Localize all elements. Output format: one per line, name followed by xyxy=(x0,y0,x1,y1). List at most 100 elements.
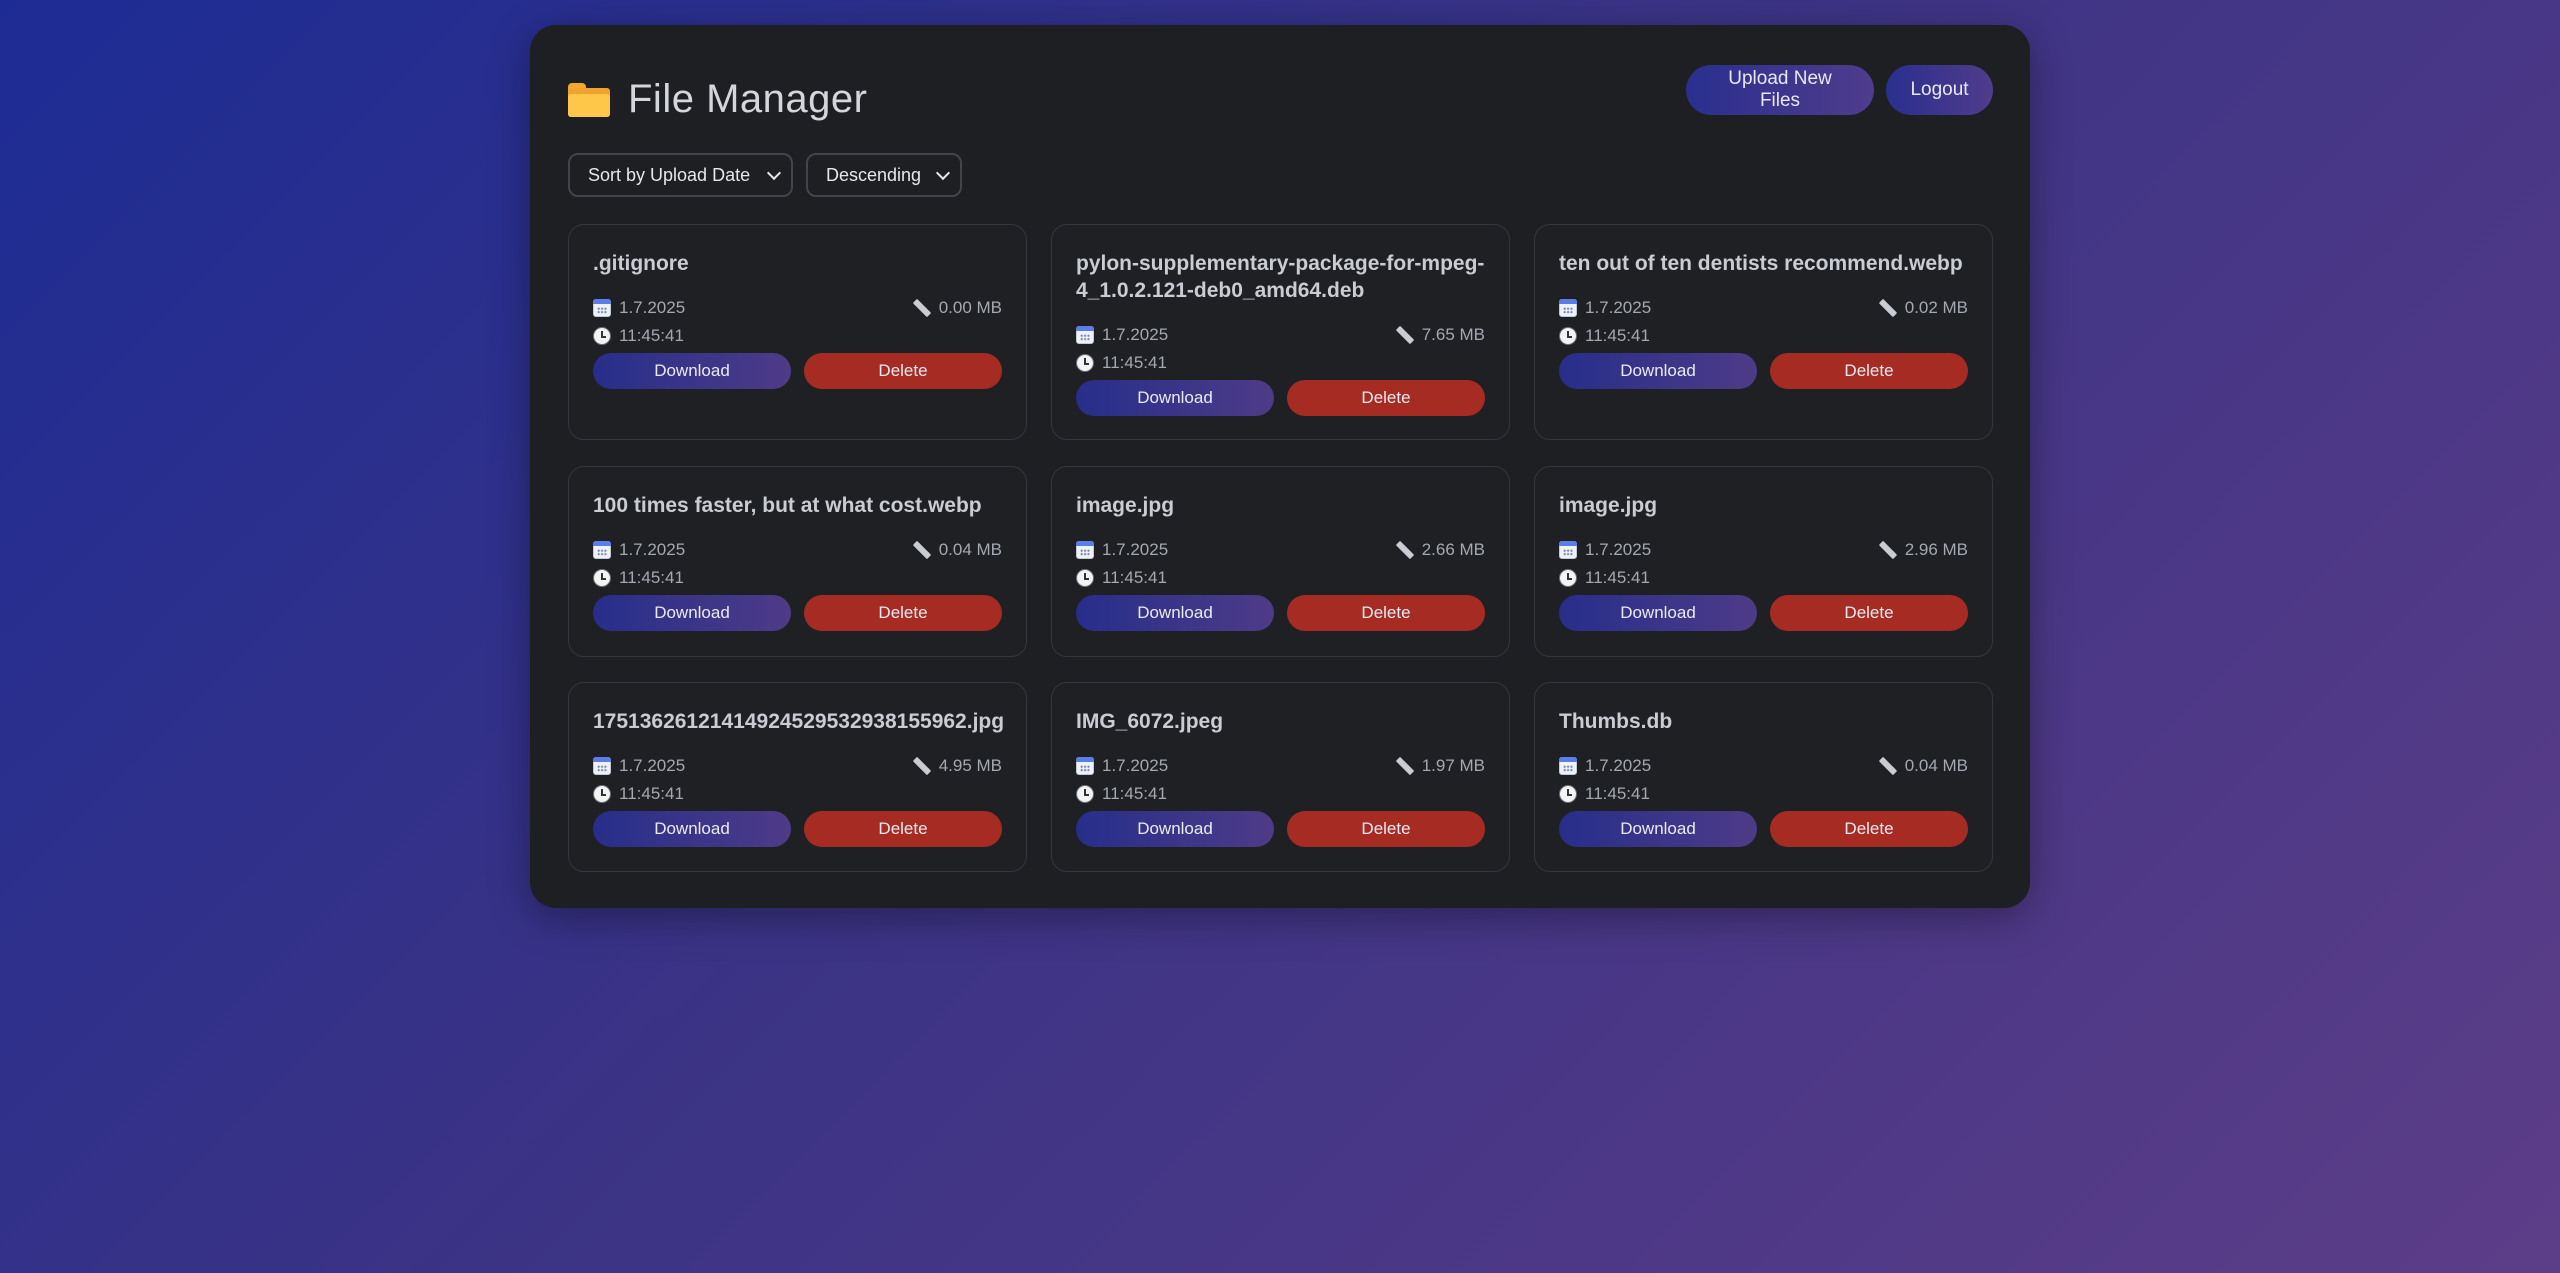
download-button[interactable]: Download xyxy=(1076,380,1274,416)
clock-icon xyxy=(1559,785,1577,803)
calendar-icon xyxy=(593,541,611,559)
delete-button[interactable]: Delete xyxy=(1287,595,1485,631)
file-time: 11:45:41 xyxy=(619,568,684,587)
ruler-icon xyxy=(1879,299,1897,317)
sort-order-value: Descending xyxy=(826,164,922,185)
clock-icon xyxy=(593,569,611,587)
file-time-row: 11:45:41 xyxy=(1559,566,1968,590)
file-card: Thumbs.db 1.7.2025 0.04 MB 11:45:41 Down… xyxy=(1534,682,1993,872)
file-time: 11:45:41 xyxy=(1102,353,1167,372)
delete-button[interactable]: Delete xyxy=(1770,811,1968,847)
file-size: 2.96 MB xyxy=(1904,540,1968,559)
file-time: 11:45:41 xyxy=(1102,784,1167,803)
file-card: pylon-supplementary-package-for-mpeg-4_1… xyxy=(1051,224,1510,440)
download-button[interactable]: Download xyxy=(1559,595,1757,631)
upload-new-files-button[interactable]: Upload New Files xyxy=(1686,65,1874,115)
file-card: 100 times faster, but at what cost.webp … xyxy=(568,466,1027,657)
chevron-down-icon xyxy=(935,165,951,180)
title-area: File Manager xyxy=(568,77,867,122)
file-time: 11:45:41 xyxy=(1585,568,1650,587)
header-actions: Upload New Files Logout xyxy=(1686,65,1993,115)
file-size-group: 2.66 MB xyxy=(1396,540,1485,560)
file-date: 1.7.2025 xyxy=(619,298,686,317)
calendar-icon xyxy=(1076,541,1094,559)
file-date: 1.7.2025 xyxy=(619,540,686,559)
file-size-group: 7.65 MB xyxy=(1396,325,1485,345)
clock-icon xyxy=(1076,354,1094,372)
file-date: 1.7.2025 xyxy=(1102,540,1169,559)
download-button[interactable]: Download xyxy=(1559,353,1757,389)
calendar-icon xyxy=(593,757,611,775)
sort-by-value: Sort by Upload Date xyxy=(588,164,751,185)
calendar-icon xyxy=(1559,757,1577,775)
file-size: 0.04 MB xyxy=(1904,756,1968,775)
file-actions: Download Delete xyxy=(1559,811,1968,847)
delete-button[interactable]: Delete xyxy=(1770,595,1968,631)
file-name: IMG_6072.jpeg xyxy=(1076,710,1224,733)
delete-button[interactable]: Delete xyxy=(1770,353,1968,389)
download-button[interactable]: Download xyxy=(593,353,791,389)
download-button[interactable]: Download xyxy=(593,811,791,847)
file-date-row: 1.7.2025 7.65 MB xyxy=(1076,323,1485,347)
file-size: 0.00 MB xyxy=(938,298,1002,317)
file-size: 1.97 MB xyxy=(1421,756,1485,775)
file-time-row: 11:45:41 xyxy=(593,324,1002,348)
file-card: image.jpg 1.7.2025 2.66 MB 11:45:41 Down… xyxy=(1051,466,1510,657)
ruler-icon xyxy=(1879,757,1897,775)
file-size: 0.02 MB xyxy=(1904,298,1968,317)
ruler-icon xyxy=(1396,326,1414,344)
download-button[interactable]: Download xyxy=(1076,595,1274,631)
ruler-icon xyxy=(913,757,931,775)
file-time: 11:45:41 xyxy=(619,326,684,345)
file-time-row: 11:45:41 xyxy=(593,566,1002,590)
file-name: .gitignore xyxy=(593,252,689,275)
file-date: 1.7.2025 xyxy=(1585,756,1652,775)
logout-button[interactable]: Logout xyxy=(1886,65,1993,115)
sort-order-select[interactable]: Descending xyxy=(806,153,962,197)
delete-button[interactable]: Delete xyxy=(1287,811,1485,847)
download-button[interactable]: Download xyxy=(1076,811,1274,847)
file-actions: Download Delete xyxy=(593,811,1002,847)
clock-icon xyxy=(1559,327,1577,345)
delete-button[interactable]: Delete xyxy=(804,353,1002,389)
file-date-row: 1.7.2025 4.95 MB xyxy=(593,754,1002,778)
file-date-row: 1.7.2025 0.04 MB xyxy=(593,538,1002,562)
calendar-icon xyxy=(1076,757,1094,775)
file-manager-panel: File Manager Upload New Files Logout Sor… xyxy=(530,25,2030,908)
calendar-icon xyxy=(593,299,611,317)
file-name: pylon-supplementary-package-for-mpeg-4_1… xyxy=(1076,252,1485,302)
download-button[interactable]: Download xyxy=(593,595,791,631)
delete-button[interactable]: Delete xyxy=(804,595,1002,631)
delete-button[interactable]: Delete xyxy=(1287,380,1485,416)
header: File Manager Upload New Files Logout xyxy=(568,65,1993,135)
file-size-group: 1.97 MB xyxy=(1396,756,1485,776)
file-actions: Download Delete xyxy=(593,353,1002,389)
file-date: 1.7.2025 xyxy=(1585,298,1652,317)
file-time-row: 11:45:41 xyxy=(1076,782,1485,806)
sort-by-select[interactable]: Sort by Upload Date xyxy=(568,153,793,197)
file-size-group: 4.95 MB xyxy=(913,756,1002,776)
clock-icon xyxy=(593,327,611,345)
clock-icon xyxy=(593,785,611,803)
file-card: .gitignore 1.7.2025 0.00 MB 11:45:41 Dow… xyxy=(568,224,1027,440)
file-actions: Download Delete xyxy=(1076,380,1485,416)
file-date-row: 1.7.2025 2.66 MB xyxy=(1076,538,1485,562)
file-card: ten out of ten dentists recommend.webp 1… xyxy=(1534,224,1993,440)
download-button[interactable]: Download xyxy=(1559,811,1757,847)
file-card: 17513626121414924529532938155962.jpg 1.7… xyxy=(568,682,1027,872)
file-date-row: 1.7.2025 2.96 MB xyxy=(1559,538,1968,562)
file-date-row: 1.7.2025 0.02 MB xyxy=(1559,296,1968,320)
file-size: 0.04 MB xyxy=(938,540,1002,559)
folder-icon xyxy=(568,82,610,117)
file-time-row: 11:45:41 xyxy=(593,782,1002,806)
file-size-group: 0.04 MB xyxy=(913,540,1002,560)
file-time: 11:45:41 xyxy=(1102,568,1167,587)
file-actions: Download Delete xyxy=(593,595,1002,631)
delete-button[interactable]: Delete xyxy=(804,811,1002,847)
calendar-icon xyxy=(1076,326,1094,344)
sort-controls: Sort by Upload Date Descending xyxy=(568,153,962,197)
ruler-icon xyxy=(913,541,931,559)
file-size-group: 0.02 MB xyxy=(1879,298,1968,318)
file-size-group: 0.00 MB xyxy=(913,298,1002,318)
file-card: IMG_6072.jpeg 1.7.2025 1.97 MB 11:45:41 … xyxy=(1051,682,1510,872)
